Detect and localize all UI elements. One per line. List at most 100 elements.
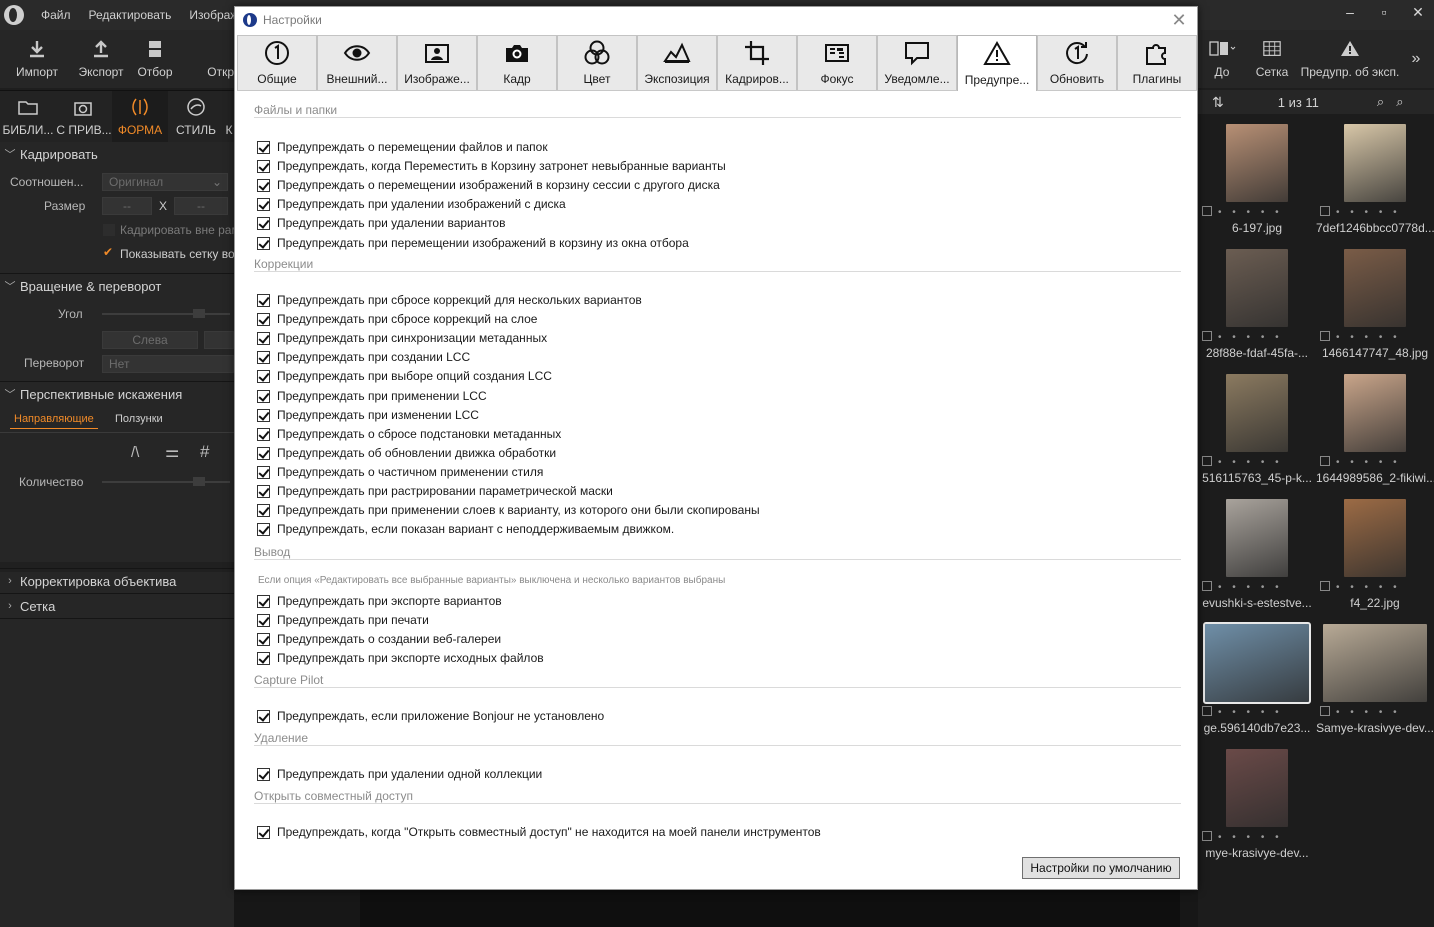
size-height-field[interactable]: -- <box>174 197 228 215</box>
zoom-icon[interactable]: ⌕ <box>1377 94 1384 110</box>
size-width-field[interactable]: -- <box>102 197 152 215</box>
tool-tab-shape[interactable]: ФОРМА <box>112 91 168 142</box>
checkbox-checked[interactable] <box>257 613 270 627</box>
checkbox-checked[interactable] <box>257 709 270 723</box>
checkbox-checked[interactable] <box>257 446 270 460</box>
warning-option[interactable]: Предупреждать при изменении LCC <box>257 406 479 424</box>
checkbox-checked[interactable] <box>257 389 270 403</box>
perspective-horizontal-icon[interactable]: ⚌ <box>165 442 179 462</box>
warning-option[interactable]: Предупреждать об обновлении движка обраб… <box>257 444 556 462</box>
rating-dots[interactable]: • • • • • <box>1200 206 1314 218</box>
perspective-vertical-icon[interactable]: /\ <box>131 444 139 461</box>
thumbnail[interactable]: • • • • • ge.596140db7e23... <box>1198 616 1316 741</box>
warning-option[interactable]: Предупреждать при перемещении изображени… <box>257 234 689 252</box>
checkbox-checked[interactable] <box>257 140 270 154</box>
checkbox-checked[interactable] <box>257 293 270 307</box>
checkbox-checked[interactable] <box>257 427 270 441</box>
warning-option[interactable]: Предупреждать при печати <box>257 611 429 629</box>
thumbnail[interactable]: • • • • • 516115763_45-p-k... <box>1198 366 1316 491</box>
checkbox-checked[interactable] <box>257 594 270 608</box>
tab-exposure[interactable]: Экспозиция <box>637 35 717 90</box>
open-button[interactable]: Откр <box>182 30 234 88</box>
checkbox-checked[interactable] <box>257 503 270 517</box>
warning-option[interactable]: Предупреждать при применении LCC <box>257 387 487 405</box>
angle-slider-handle[interactable] <box>193 309 205 318</box>
rating-dots[interactable]: • • • • • <box>1200 831 1314 843</box>
minimize-icon[interactable]: – <box>1340 4 1360 21</box>
guides-tab[interactable]: Направляющие <box>10 413 98 429</box>
export-button[interactable]: Экспорт <box>74 30 128 88</box>
restore-defaults-button[interactable]: Настройки по умолчанию <box>1022 857 1180 879</box>
warning-option[interactable]: Предупреждать при удалении одной коллекц… <box>257 765 542 783</box>
rotate-right-button[interactable] <box>204 331 234 349</box>
before-after-button[interactable]: До <box>1198 30 1246 88</box>
amount-slider-handle[interactable] <box>193 477 205 486</box>
crop-section-header[interactable]: ﹀ Кадрировать <box>0 142 234 166</box>
grid-section-header[interactable]: › Сетка <box>0 594 234 618</box>
warning-option[interactable]: Предупреждать при экспорте вариантов <box>257 592 502 610</box>
search-icon[interactable]: ⌕ <box>1396 94 1403 110</box>
rating-dots[interactable]: • • • • • <box>1318 206 1432 218</box>
warning-option[interactable]: Предупреждать при применении слоев к вар… <box>257 501 760 519</box>
warning-option[interactable]: Предупреждать о сбросе подстановки метад… <box>257 425 561 443</box>
tab-warnings[interactable]: Предупре... <box>957 35 1037 91</box>
checkbox-checked[interactable] <box>257 408 270 422</box>
tab-capture[interactable]: Кадр <box>477 35 557 90</box>
rating-dots[interactable]: • • • • • <box>1318 456 1432 468</box>
warning-option[interactable]: Предупреждать, когда Переместить в Корзи… <box>257 157 726 175</box>
close-icon[interactable]: ✕ <box>1169 10 1189 30</box>
menu-edit[interactable]: Редактировать <box>80 8 181 22</box>
amount-slider[interactable] <box>102 481 230 483</box>
tab-appearance[interactable]: Внешний... <box>317 35 397 90</box>
tool-tab-capture[interactable]: С ПРИВ... <box>56 91 112 142</box>
perspective-section-header[interactable]: ﹀ Перспективные искажения <box>0 382 234 406</box>
warning-option[interactable]: Предупреждать, если приложение Bonjour н… <box>257 707 604 725</box>
tab-image[interactable]: Изображе... <box>397 35 477 90</box>
tab-plugins[interactable]: Плагины <box>1117 35 1197 90</box>
checkbox-checked[interactable] <box>257 312 270 326</box>
checkbox-checked[interactable] <box>257 651 270 665</box>
exposure-warning-button[interactable]: Предупр. об эксп. <box>1298 30 1402 88</box>
thumbnail[interactable]: • • • • • f4_22.jpg <box>1316 491 1434 616</box>
warning-option[interactable]: Предупреждать о частичном применении сти… <box>257 463 543 481</box>
checkbox-checked[interactable] <box>257 178 270 192</box>
rotate-section-header[interactable]: ﹀ Вращение & переворот <box>0 274 234 298</box>
flip-select[interactable]: Нет <box>102 355 234 373</box>
tool-tab-more[interactable]: К <box>224 91 234 142</box>
tool-tab-library[interactable]: БИБЛИ... <box>0 91 56 142</box>
rating-dots[interactable]: • • • • • <box>1200 331 1314 343</box>
rating-dots[interactable]: • • • • • <box>1318 581 1432 593</box>
rating-dots[interactable]: • • • • • <box>1200 581 1314 593</box>
checkbox-checked[interactable] <box>257 825 270 839</box>
crop-outside-checkbox[interactable] <box>103 224 115 236</box>
warning-option[interactable]: Предупреждать о создании веб-галереи <box>257 630 501 648</box>
checkbox-checked[interactable] <box>257 197 270 211</box>
menu-file[interactable]: Файл <box>32 8 80 22</box>
checkbox-checked[interactable] <box>257 484 270 498</box>
thumbnail[interactable]: • • • • • 7def1246bbcc0778d... <box>1316 116 1434 241</box>
warning-option[interactable]: Предупреждать при выборе опций создания … <box>257 367 552 385</box>
sort-icon[interactable]: ⇅ <box>1212 94 1224 111</box>
thumbnail[interactable]: • • • • • 28f88e-fdaf-45fa-... <box>1198 241 1316 366</box>
checkbox-checked[interactable] <box>257 350 270 364</box>
rating-dots[interactable]: • • • • • <box>1318 706 1432 718</box>
more-tools-button[interactable]: » <box>1402 30 1430 88</box>
checkbox-checked[interactable] <box>257 632 270 646</box>
thumbnail[interactable]: • • • • • 1644989586_2-fikiwi... <box>1316 366 1434 491</box>
tab-color[interactable]: Цвет <box>557 35 637 90</box>
warning-option[interactable]: Предупреждать при удалении вариантов <box>257 214 505 232</box>
ratio-select[interactable]: Оригинал ⌄ <box>102 173 228 191</box>
warning-option[interactable]: Предупреждать при экспорте исходных файл… <box>257 649 544 667</box>
rotate-left-button[interactable]: Слева <box>102 331 198 349</box>
perspective-grid-icon[interactable]: # <box>200 442 209 462</box>
checkbox-checked[interactable] <box>257 236 270 250</box>
checkbox-checked[interactable] <box>257 522 270 536</box>
tab-notifications[interactable]: Уведомле... <box>877 35 957 90</box>
tab-focus[interactable]: Фокус <box>797 35 877 90</box>
warning-option[interactable]: Предупреждать о перемещении файлов и пап… <box>257 138 548 156</box>
rating-dots[interactable]: • • • • • <box>1200 706 1314 718</box>
warning-option[interactable]: Предупреждать при удалении изображений с… <box>257 195 566 213</box>
rating-dots[interactable]: • • • • • <box>1318 331 1432 343</box>
tool-tab-style[interactable]: СТИЛЬ <box>168 91 224 142</box>
lens-section-header[interactable]: › Корректировка объектива <box>0 569 234 593</box>
